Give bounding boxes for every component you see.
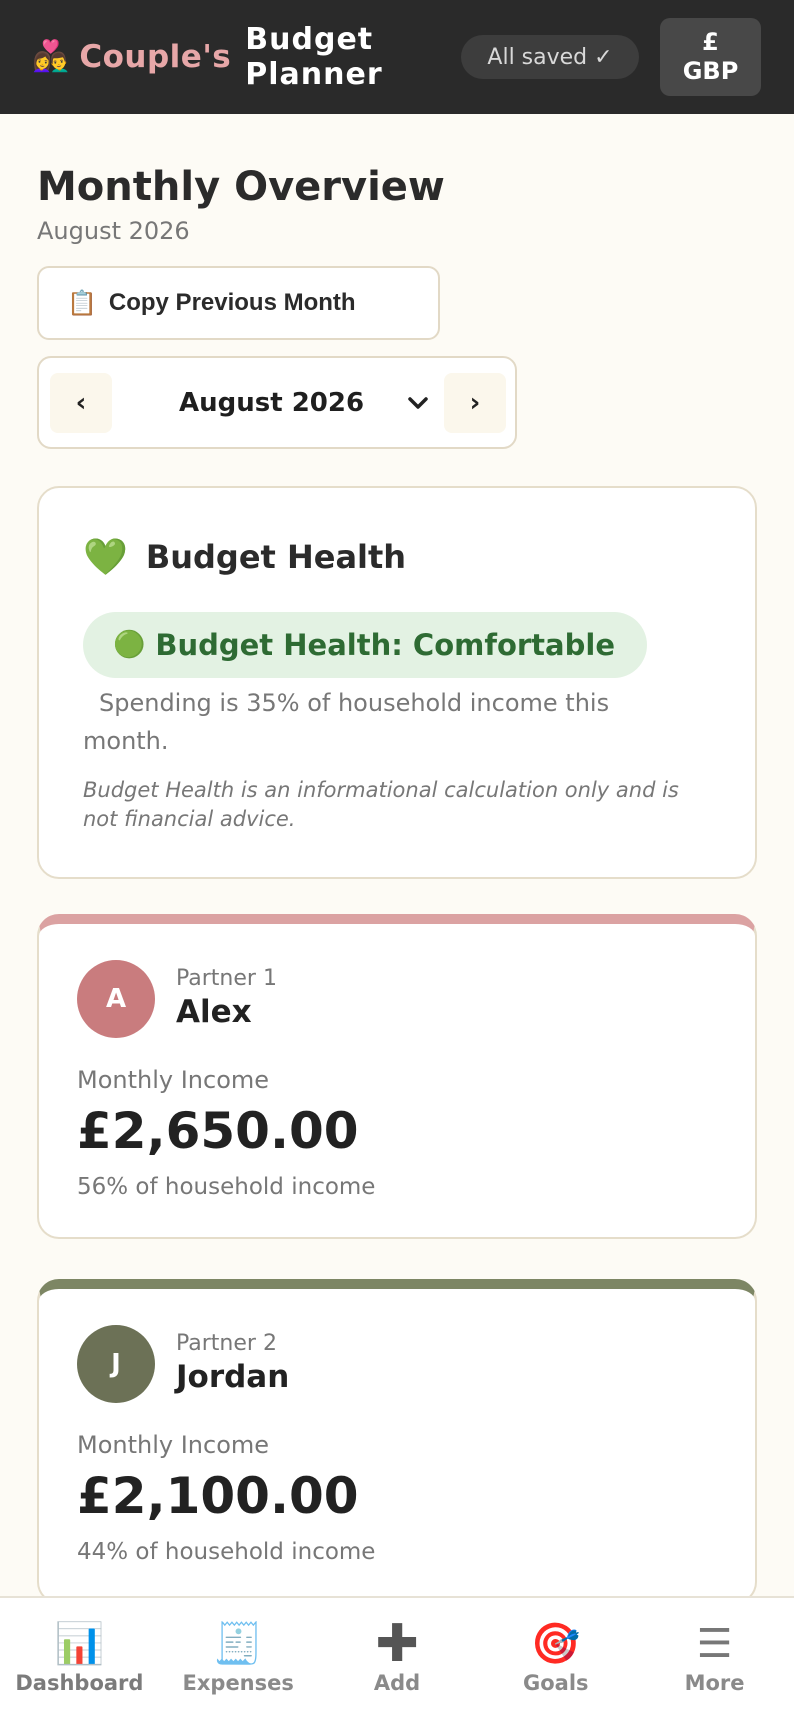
- nav-label: Dashboard: [15, 1671, 144, 1695]
- partner-name: Alex: [176, 994, 252, 1030]
- brand-name-couples: Couple's: [79, 39, 232, 75]
- chevron-down-icon: [407, 391, 429, 416]
- income-label: Monthly Income: [77, 1066, 270, 1094]
- brand-line-1: Budget: [245, 22, 374, 57]
- app-root: 👩‍❤️‍👨 Couple's Budget Planner All saved…: [0, 0, 794, 1718]
- plus-icon: ✚: [375, 1614, 419, 1674]
- partner-role: Partner 2: [176, 1331, 277, 1356]
- partner-role: Partner 1: [176, 966, 277, 991]
- brand-name-budget-planner: Budget Planner: [245, 22, 382, 92]
- next-month-button[interactable]: ›: [444, 373, 506, 433]
- budget-health-card: 💚 Budget Health 🟢 Budget Health: Comfort…: [37, 486, 757, 879]
- page-title: Monthly Overview: [37, 164, 445, 210]
- budget-health-status-badge: 🟢 Budget Health: Comfortable: [83, 612, 647, 678]
- bottom-navigation: 📊 Dashboard 🧾 Expenses ✚ Add 🎯 Goals ☰ M…: [0, 1596, 794, 1718]
- budget-health-title: Budget Health: [145, 538, 407, 576]
- month-navigator: ‹ August 2026 ›: [37, 356, 517, 449]
- nav-label: More: [684, 1671, 745, 1695]
- brand-line-2: Planner: [245, 57, 383, 92]
- budget-health-disclaimer: Budget Health is an informational calcul…: [83, 778, 679, 831]
- income-share: 56% of household income: [77, 1174, 376, 1200]
- income-value: £2,650.00: [77, 1102, 359, 1160]
- nav-label: Expenses: [182, 1671, 294, 1695]
- page-subtitle: August 2026: [37, 217, 190, 245]
- avatar: A: [77, 960, 155, 1038]
- app-header: 👩‍❤️‍👨 Couple's Budget Planner All saved…: [0, 0, 794, 114]
- nav-label: Add: [373, 1671, 421, 1695]
- selected-month: August 2026: [179, 388, 365, 418]
- save-status-badge: All saved ✓: [461, 35, 639, 79]
- avatar: J: [77, 1325, 155, 1403]
- nav-expenses[interactable]: 🧾 Expenses: [159, 1598, 318, 1718]
- nav-add[interactable]: ✚ Add: [318, 1598, 477, 1718]
- green-circle-icon: 🟢: [113, 630, 146, 660]
- partner-name: Jordan: [176, 1359, 290, 1395]
- nav-more[interactable]: ☰ More: [635, 1598, 794, 1718]
- copy-previous-month-label: Copy Previous Month: [108, 289, 356, 316]
- nav-goals[interactable]: 🎯 Goals: [476, 1598, 635, 1718]
- currency-code: GBP: [682, 57, 739, 85]
- green-heart-icon: 💚: [83, 537, 128, 578]
- previous-month-button[interactable]: ‹: [50, 373, 112, 433]
- brand[interactable]: 👩‍❤️‍👨 Couple's Budget Planner: [32, 22, 383, 92]
- partner-card-1: A Partner 1 Alex Monthly Income £2,650.0…: [37, 914, 757, 1239]
- budget-health-status-label: Budget Health: Comfortable: [155, 628, 615, 662]
- couple-icon: 👩‍❤️‍👨: [32, 39, 70, 74]
- currency-button[interactable]: £ GBP: [660, 18, 761, 96]
- budget-health-description: Spending is 35% of household income this…: [83, 689, 610, 755]
- nav-dashboard[interactable]: 📊 Dashboard: [0, 1598, 159, 1718]
- receipt-icon: 🧾: [213, 1621, 264, 1667]
- bar-chart-icon: 📊: [54, 1621, 105, 1667]
- month-select[interactable]: August 2026: [139, 380, 429, 426]
- nav-label: Goals: [523, 1671, 589, 1695]
- target-icon: 🎯: [530, 1621, 581, 1667]
- income-value: £2,100.00: [77, 1467, 359, 1525]
- copy-previous-month-button[interactable]: 📋 Copy Previous Month: [37, 266, 440, 340]
- menu-icon: ☰: [696, 1621, 733, 1667]
- currency-symbol: £: [702, 28, 719, 56]
- partner-card-2: J Partner 2 Jordan Monthly Income £2,100…: [37, 1279, 757, 1604]
- income-label: Monthly Income: [77, 1431, 270, 1459]
- income-share: 44% of household income: [77, 1539, 376, 1565]
- clipboard-icon: 📋: [67, 289, 97, 317]
- budget-health-heading: 💚 Budget Health: [83, 536, 406, 578]
